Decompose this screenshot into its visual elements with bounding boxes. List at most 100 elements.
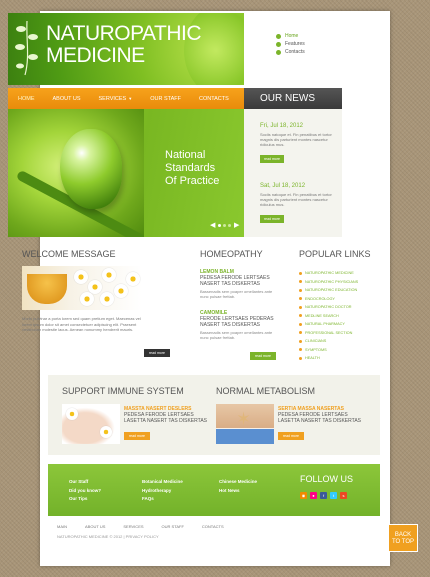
popular-link[interactable]: Naturopathic education	[299, 286, 358, 295]
daisy-graphic	[80, 292, 94, 306]
nav-services[interactable]: SERVICES ▼	[99, 96, 133, 102]
metabolism-item-subtitle: PEDESA FERODE LERTSAES LASETTA NASERT TA…	[278, 412, 361, 424]
flickr-icon[interactable]: ●	[310, 492, 317, 499]
footer-nav-main[interactable]: MAIN	[57, 524, 67, 529]
slider-caption-line1: National	[165, 149, 206, 161]
slider-image	[8, 109, 144, 237]
footer-link[interactable]: Chinese Medicine	[219, 478, 257, 487]
bullet-icon	[276, 41, 281, 47]
news-text: Sociis natoque et. Fin penatibus et tort…	[260, 132, 332, 147]
popular-links-list: Naturopathic medicine Naturopathic physi…	[299, 269, 358, 363]
top-link-features[interactable]: Features	[276, 40, 305, 48]
nav-our-staff[interactable]: OUR STAFF	[150, 96, 181, 102]
homeopathy-item-text: Bassenadis sem poaper omellantes ante nu…	[200, 289, 273, 299]
footer-column-2: Botanical Medicine Hydrotherapy FAQs	[142, 478, 183, 504]
water-drop-graphic	[60, 129, 122, 209]
popular-link[interactable]: Clinicians	[299, 337, 358, 346]
popular-link[interactable]: Symptoms	[299, 346, 358, 355]
top-link-home[interactable]: Home	[276, 32, 305, 40]
sprig-icon	[15, 20, 38, 76]
footer-link[interactable]: Did you know?	[69, 487, 101, 496]
back-to-top-label-line2: TO TOP	[391, 539, 414, 545]
popular-link[interactable]: Natural pharmacy	[299, 320, 358, 329]
popular-links-title: POPULAR LINKS	[299, 249, 371, 259]
social-icons: ◉ ● f t s	[300, 492, 347, 499]
metabolism-item: SERTIA MASSA NASERTAS PEDESA FERODE LERT…	[278, 406, 370, 442]
footer-link[interactable]: Our Staff	[69, 478, 101, 487]
facebook-icon[interactable]: f	[320, 492, 327, 499]
homeopathy-item-subtitle: PEDESA FERODE LERTSAES NASERT TAS DISKER…	[200, 275, 270, 287]
flower-graphic	[66, 408, 78, 420]
metabolism-read-more-button[interactable]: read more	[278, 432, 304, 440]
welcome-title: WELCOME MESSAGE	[22, 249, 116, 259]
footer-link[interactable]: Our Tips	[69, 495, 101, 504]
popular-link[interactable]: Naturopathic physicians	[299, 278, 358, 287]
homeopathy-item-text: Bassenadis sem poaper omellantes ante nu…	[200, 330, 273, 340]
news-title: OUR NEWS	[244, 88, 342, 109]
nav-contacts[interactable]: CONTACTS	[199, 96, 229, 102]
slider-caption-line2: Standards	[165, 162, 216, 174]
footer-link[interactable]: Hot News	[219, 487, 257, 496]
back-to-top-label-line1: BACK	[394, 532, 412, 538]
news-panel: Fri, Jul 18, 2012 Sociis natoque et. Fin…	[244, 109, 342, 237]
daisy-graphic	[74, 270, 88, 284]
popular-link[interactable]: Endocrology	[299, 295, 358, 304]
footer-nav-services[interactable]: SERVICES	[123, 524, 143, 529]
slider-dot[interactable]	[218, 224, 221, 227]
popular-link[interactable]: Medline search	[299, 312, 358, 321]
slider-dot[interactable]	[223, 224, 226, 227]
slider-caption: National Standards Of Practice	[165, 149, 219, 188]
homeopathy-item: LEMON BALM PEDESA FERODE LERTSAES NASERT…	[200, 269, 280, 299]
daisy-graphic	[100, 292, 114, 306]
main-nav: HOME ABOUT US SERVICES ▼ OUR STAFF CONTAC…	[8, 88, 244, 109]
footer-column-3: Chinese Medicine Hot News	[219, 478, 257, 495]
daisy-graphic	[114, 284, 128, 298]
stumbleupon-icon[interactable]: s	[340, 492, 347, 499]
top-links: Home Features Contacts	[276, 32, 305, 56]
news-date: Fri, Jul 18, 2012	[260, 123, 304, 129]
back-to-top-button[interactable]: BACK TO TOP	[388, 524, 418, 552]
welcome-read-more-button[interactable]: read more	[144, 349, 170, 357]
caret-down-icon: ▼	[128, 95, 133, 101]
copyright: NATUROPATHIC MEDICINE © 2012 | PRIVACY P…	[57, 534, 159, 539]
footer-nav-our-staff[interactable]: OUR STAFF	[162, 524, 184, 529]
homeopathy-read-more-button[interactable]: read more	[250, 352, 276, 360]
news-read-more-button[interactable]: read more	[260, 155, 284, 163]
immune-read-more-button[interactable]: read more	[124, 432, 150, 440]
footer-nav-contacts[interactable]: CONTACTS	[202, 524, 224, 529]
logo[interactable]: NATUROPATHIC MEDICINE	[8, 13, 244, 85]
site-title-line2: MEDICINE	[46, 44, 145, 67]
tea-and-chamomile-image	[22, 266, 142, 310]
nav-about-us[interactable]: ABOUT US	[53, 96, 81, 102]
bullet-icon	[276, 33, 281, 39]
slider-dot[interactable]	[228, 224, 231, 227]
hero-slider: National Standards Of Practice ◀ ▶	[8, 109, 244, 237]
footer-nav-about-us[interactable]: ABOUT US	[85, 524, 105, 529]
immune-title: SUPPORT IMMUNE SYSTEM	[62, 386, 184, 396]
footer-link[interactable]: Botanical Medicine	[142, 478, 183, 487]
popular-link[interactable]: Professional section	[299, 329, 358, 338]
popular-link[interactable]: Naturopathic doctor	[299, 303, 358, 312]
twitter-icon[interactable]: t	[330, 492, 337, 499]
footer-column-1: Our Staff Did you know? Our Tips	[69, 478, 101, 504]
popular-link[interactable]: Health	[299, 354, 358, 363]
flower-graphic	[100, 426, 112, 438]
news-read-more-button[interactable]: read more	[260, 215, 284, 223]
slider-next-arrow-icon[interactable]: ▶	[234, 221, 239, 229]
site-title: NATUROPATHIC MEDICINE	[46, 23, 202, 67]
footer-link[interactable]: FAQs	[142, 495, 183, 504]
slider-prev-arrow-icon[interactable]: ◀	[210, 221, 215, 229]
homeopathy-item-subtitle: FERODE LERTSAES PEDERAS NASERT TAS DISKE…	[200, 316, 274, 328]
top-link-contacts[interactable]: Contacts	[276, 48, 305, 56]
slider-pager	[218, 224, 231, 227]
homeopathy-item: CAMOMILE FERODE LERTSAES PEDERAS NASERT …	[200, 310, 280, 340]
popular-link[interactable]: Naturopathic medicine	[299, 269, 358, 278]
news-text: Sociis natoque et. Fin penatibus et tort…	[260, 192, 332, 207]
immune-item: MASSTA NASERT DESLERS PEDESA FERODE LERT…	[124, 406, 216, 442]
tea-cup-graphic	[27, 274, 67, 304]
nav-home[interactable]: HOME	[18, 96, 35, 102]
belly-image: ✶	[216, 404, 274, 444]
daisy-graphic	[126, 272, 140, 286]
footer-link[interactable]: Hydrotherapy	[142, 487, 183, 496]
rss-icon[interactable]: ◉	[300, 492, 307, 499]
